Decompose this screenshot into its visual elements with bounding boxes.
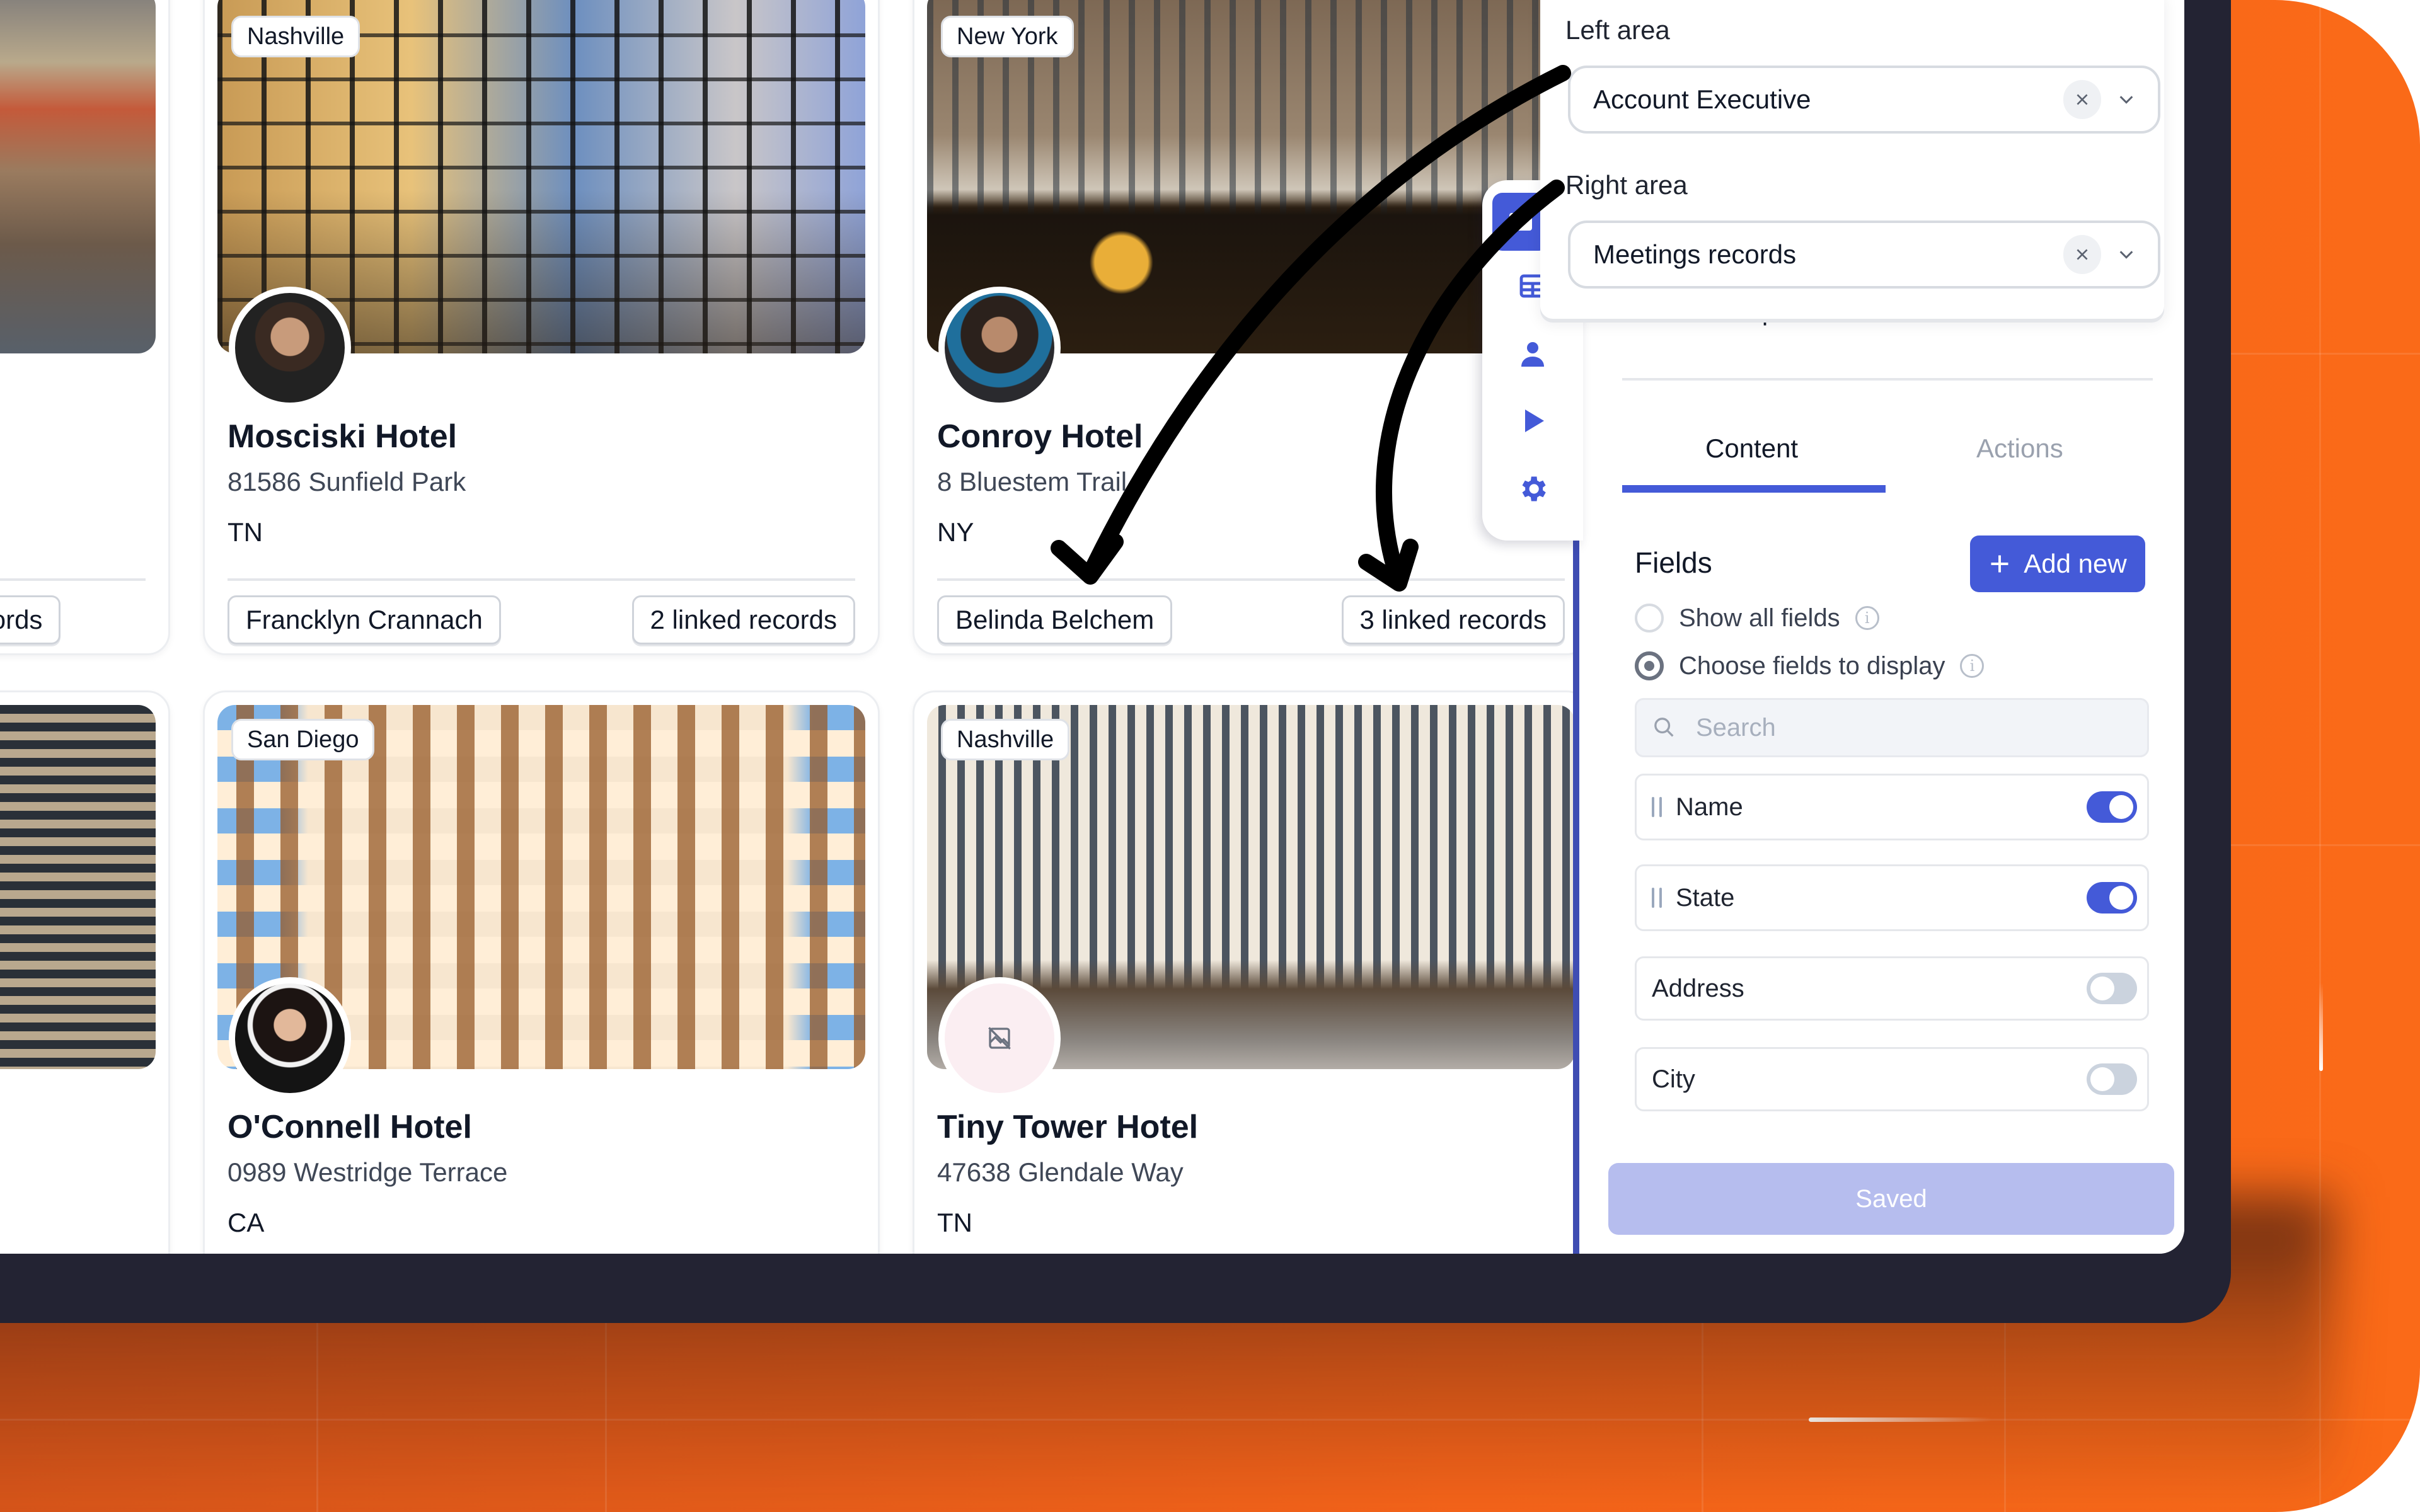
hotel-state: TN — [228, 517, 263, 547]
section-divider — [1622, 378, 2153, 381]
chevron-down-icon[interactable] — [2118, 248, 2135, 261]
user-icon — [1521, 342, 1544, 367]
chevron-down-icon[interactable] — [2118, 93, 2135, 106]
rail-item-settings[interactable] — [1512, 469, 1553, 509]
hotel-card[interactable]: Nashville Tiny Tower Hotel 47638 Glendal… — [913, 690, 1589, 1254]
light-glint — [1809, 1418, 1991, 1422]
owner-avatar-placeholder — [938, 977, 1061, 1099]
field-toggle[interactable] — [2087, 791, 2137, 823]
hotel-card[interactable]: San Diego O'Connell Hotel 0989 Westridge… — [203, 690, 880, 1254]
card-divider — [937, 578, 1565, 581]
owner-chip[interactable]: Belinda Belchem — [937, 595, 1173, 644]
hotel-state: NY — [937, 517, 974, 547]
hotel-card[interactable]: Nashville Mosciski Hotel 81586 Sunfield … — [203, 0, 880, 655]
field-toggle[interactable] — [2087, 882, 2137, 914]
field-search — [1635, 698, 2149, 757]
hotel-address: 81586 Sunfield Park — [228, 467, 466, 496]
hotel-card[interactable] — [0, 690, 170, 1254]
radio-button[interactable] — [1635, 604, 1664, 633]
field-toggle[interactable] — [2087, 1063, 2137, 1095]
tab-actions[interactable]: Actions — [1976, 433, 2063, 464]
field-label: Name — [1676, 793, 1743, 821]
city-badge: New York — [941, 16, 1074, 57]
field-row-city[interactable]: City — [1635, 1047, 2149, 1111]
hotel-card[interactable]: ed records — [0, 0, 170, 655]
hotel-address: 47638 Glendale Way — [937, 1157, 1184, 1187]
right-area-select[interactable]: Meetings records — [1568, 220, 2160, 289]
clear-icon[interactable] — [2063, 235, 2101, 274]
hotel-name: O'Connell Hotel — [228, 1109, 472, 1145]
radio-choose-fields[interactable]: Choose fields to display i — [1635, 651, 1985, 680]
saved-button[interactable]: Saved — [1608, 1163, 2174, 1235]
city-badge: Nashville — [941, 719, 1070, 760]
plus-icon — [1991, 555, 2008, 573]
app-screen: ed records Nashville Mosciski Hotel 8158… — [0, 0, 2184, 1254]
field-toggle[interactable] — [2087, 973, 2137, 1004]
info-icon[interactable]: i — [1855, 606, 1879, 630]
card-divider — [228, 578, 855, 581]
rail-item-user[interactable] — [1512, 334, 1553, 374]
play-icon — [1525, 410, 1544, 432]
field-row-name[interactable]: Name — [1635, 774, 2149, 840]
field-label: State — [1676, 883, 1735, 912]
gear-icon — [1522, 476, 1546, 501]
owner-avatar — [229, 287, 351, 409]
light-glint — [2319, 983, 2323, 1071]
radio-label: Show all fields — [1679, 604, 1840, 632]
left-area-select[interactable]: Account Executive — [1568, 66, 2160, 134]
no-image-icon — [988, 1027, 1011, 1050]
drag-handle-icon[interactable] — [1652, 888, 1662, 908]
field-label: City — [1652, 1065, 1695, 1093]
field-label: Address — [1652, 974, 1744, 1002]
card-layout-icon — [1509, 213, 1532, 231]
owner-avatar — [938, 287, 1061, 409]
hotel-state: CA — [228, 1208, 265, 1237]
left-area-label: Left area — [1565, 15, 1670, 45]
tab-content[interactable]: Content — [1705, 433, 1798, 464]
hotel-photo — [0, 0, 156, 353]
hotel-name: Mosciski Hotel — [228, 418, 458, 455]
info-icon[interactable]: i — [1960, 654, 1985, 678]
radio-button[interactable] — [1635, 651, 1664, 680]
drag-handle-icon[interactable] — [1652, 797, 1662, 817]
linked-records-chip[interactable]: 2 linked records — [631, 595, 855, 644]
select-value: Account Executive — [1593, 84, 1811, 114]
rail-item-play[interactable] — [1512, 401, 1553, 441]
add-new-label: Add new — [2024, 549, 2127, 578]
radio-label: Choose fields to display — [1679, 651, 1945, 680]
owner-avatar — [229, 977, 351, 1099]
hotel-state: TN — [937, 1208, 972, 1237]
city-badge: San Diego — [231, 719, 375, 760]
right-area-label: Right area — [1565, 170, 1688, 200]
add-new-button[interactable]: Add new — [1970, 536, 2145, 592]
fields-heading: Fields — [1635, 546, 1712, 579]
hotel-address: 8 Bluestem Trail — [937, 467, 1127, 496]
search-input[interactable] — [1696, 713, 2099, 742]
linked-records-chip[interactable]: ed records — [0, 595, 61, 644]
active-tab-indicator — [1622, 485, 1886, 493]
card-divider — [0, 578, 146, 581]
hotel-address: 0989 Westridge Terrace — [228, 1157, 508, 1187]
select-value: Meetings records — [1593, 239, 1797, 269]
field-row-address[interactable]: Address — [1635, 956, 2149, 1021]
radio-show-all-fields[interactable]: Show all fields i — [1635, 604, 1879, 633]
device-frame: ed records Nashville Mosciski Hotel 8158… — [0, 0, 2231, 1323]
hotel-name: Conroy Hotel — [937, 418, 1143, 455]
linked-records-chip[interactable]: 3 linked records — [1341, 595, 1565, 644]
clear-icon[interactable] — [2063, 80, 2101, 119]
search-icon — [1654, 718, 1674, 737]
hotel-photo — [0, 705, 156, 1069]
owner-chip[interactable]: Francklyn Crannach — [228, 595, 501, 644]
city-badge: Nashville — [231, 16, 360, 57]
field-row-state[interactable]: State — [1635, 864, 2149, 931]
hotel-name: Tiny Tower Hotel — [937, 1109, 1199, 1145]
area-settings-popover: Left area Account Executive Right area M… — [1540, 0, 2164, 319]
